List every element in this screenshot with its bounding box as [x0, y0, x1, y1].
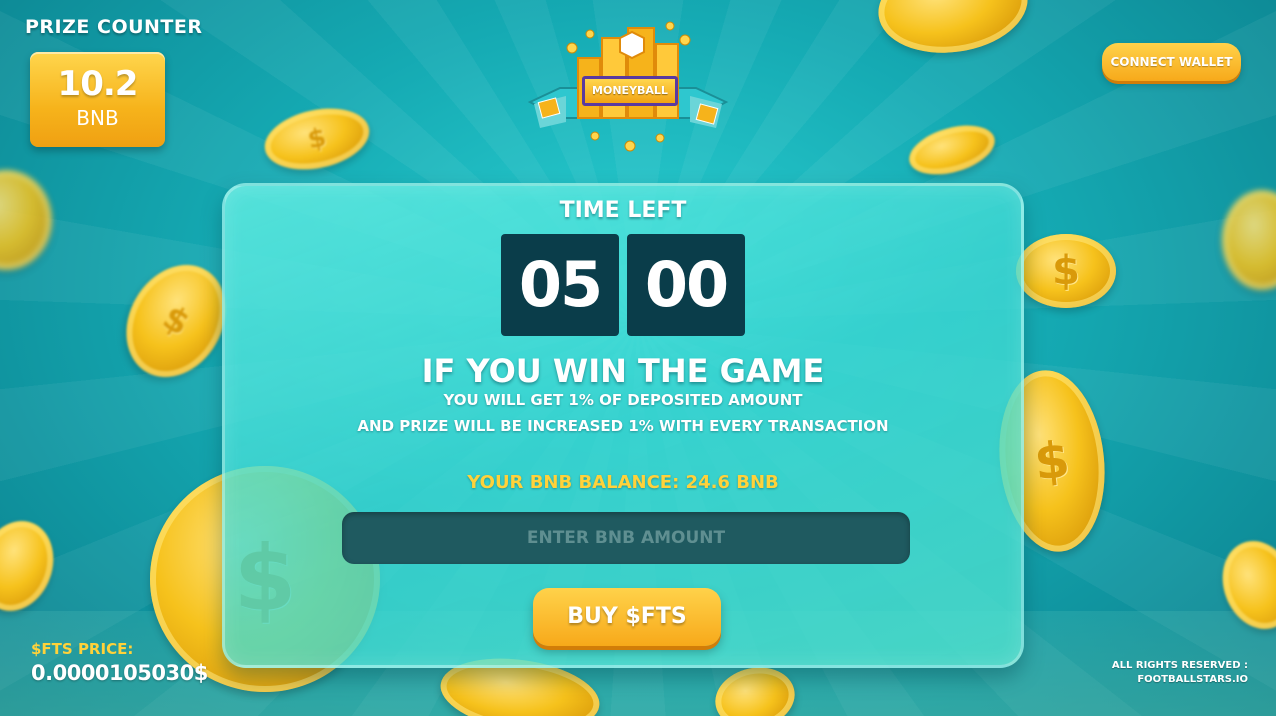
coin-decoration-bottom-left: [0, 510, 66, 622]
moneyball-logo-icon: MONEYBALL: [520, 18, 736, 158]
copyright-notice: ALL RIGHTS RESERVED : FOOTBALLSTARS.IO: [1112, 659, 1248, 687]
win-description-line-1: YOU WILL GET 1% OF DEPOSITED AMOUNT: [443, 391, 803, 409]
connect-wallet-button[interactable]: CONNECT WALLET: [1102, 43, 1241, 81]
rights-line-1: ALL RIGHTS RESERVED :: [1111, 660, 1248, 671]
game-panel: TIME LEFT 05 00 IF YOU WIN THE GAME YOU …: [222, 183, 1024, 668]
logo-text: MONEYBALL: [582, 76, 678, 106]
prize-counter-title: PRIZE COUNTER: [25, 16, 203, 38]
coin-decoration-far-right: [1222, 190, 1276, 290]
win-title: IF YOU WIN THE GAME: [421, 352, 825, 390]
prize-counter-value: 10.2: [57, 64, 139, 104]
bnb-balance: YOUR BNB BALANCE: 24.6 BNB: [467, 472, 779, 493]
coin-decoration-right-mid: $: [1016, 234, 1116, 308]
rights-line-2: FOOTBALLSTARS.IO: [1137, 674, 1248, 685]
coin-decoration-left-upper: $: [259, 99, 375, 179]
time-left-title: TIME LEFT: [559, 198, 687, 223]
timer-seconds: 00: [627, 234, 745, 336]
timer-minutes: 05: [501, 234, 619, 336]
win-description-line-2: AND PRIZE WILL BE INCREASED 1% WITH EVER…: [357, 417, 889, 435]
buy-fts-button[interactable]: BUY $FTS: [533, 588, 721, 646]
bnb-amount-input[interactable]: [342, 512, 910, 564]
coin-decoration-far-left: [0, 170, 52, 270]
coin-decoration-top: [872, 0, 1034, 62]
prize-counter-unit: BNB: [76, 106, 119, 130]
coin-decoration-right-upper: [903, 116, 1001, 184]
countdown-timer: 05 00: [225, 234, 1021, 336]
fts-price-label: $FTS PRICE:: [31, 640, 134, 658]
fts-price-value: 0.0000105030$: [31, 661, 208, 685]
prize-counter-box: 10.2 BNB: [30, 52, 165, 147]
